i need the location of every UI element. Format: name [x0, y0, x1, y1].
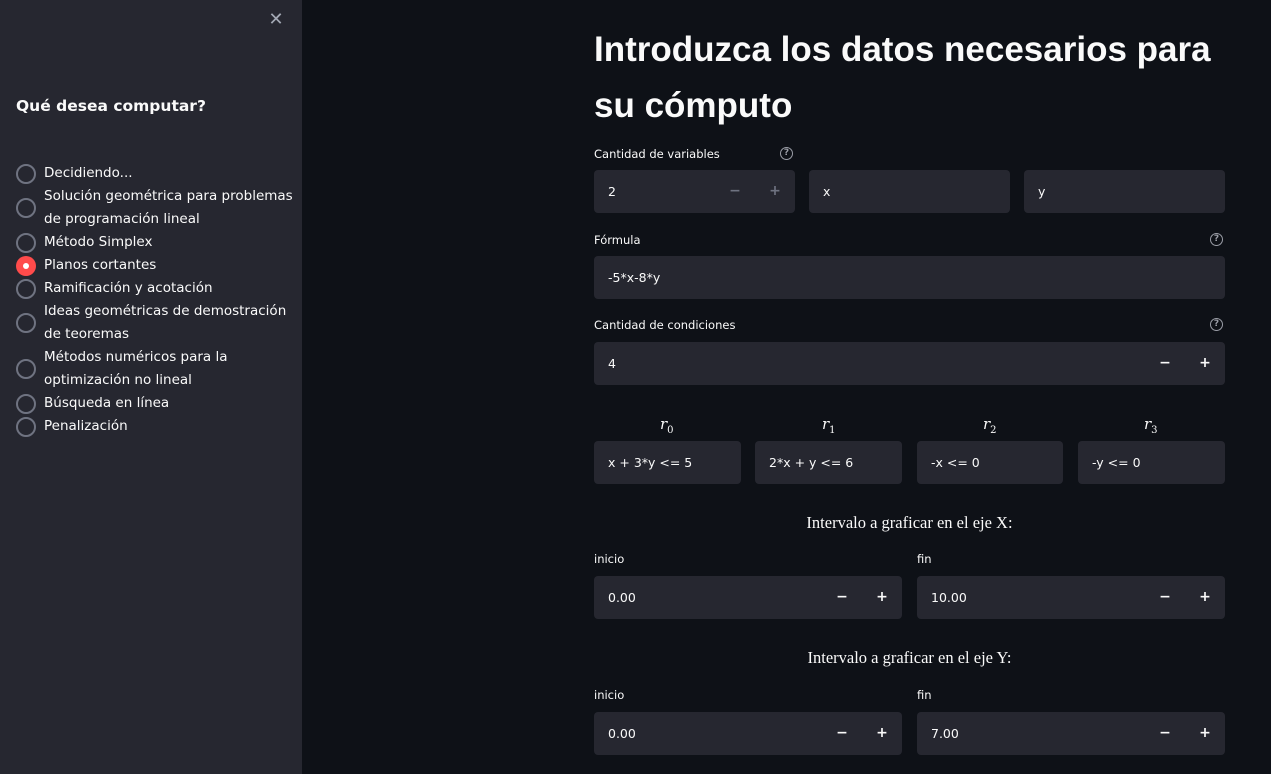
help-icon[interactable]: ? [780, 147, 793, 160]
computation-radio-group: Decidiendo... Solución geométrica para p… [16, 162, 296, 438]
y-start-input[interactable]: 0.00 − + [594, 712, 902, 755]
decrement-button[interactable]: − [1145, 712, 1185, 755]
radio-label: Decidiendo... [44, 165, 133, 181]
condition-input-r3[interactable]: -y <= 0 [1078, 441, 1225, 484]
radio-option-decidiendo[interactable]: Decidiendo... [16, 162, 296, 185]
sidebar: ✕ Qué desea computar? Decidiendo... Solu… [0, 0, 302, 774]
variables-count-label: Cantidad de variables [594, 147, 720, 161]
y-interval-heading: Intervalo a graficar en el eje Y: [807, 648, 1012, 667]
decrement-button[interactable]: − [822, 712, 862, 755]
radio-label: Ideas geométricas de demostración de teo… [44, 303, 287, 342]
formula-input[interactable]: -5*x-8*y [594, 256, 1225, 299]
help-icon[interactable]: ? [1210, 318, 1223, 331]
increment-button[interactable]: + [1185, 342, 1225, 385]
radio-label: Solución geométrica para problemas de pr… [44, 188, 293, 227]
y-end-value[interactable]: 7.00 [931, 712, 959, 755]
decrement-button[interactable]: − [1145, 576, 1185, 619]
condition-input-r2[interactable]: -x <= 0 [917, 441, 1063, 484]
formula-value[interactable]: -5*x-8*y [608, 256, 660, 299]
variable-name-value[interactable]: x [823, 170, 830, 213]
x-end-value[interactable]: 10.00 [931, 576, 967, 619]
variable-name-value[interactable]: y [1038, 170, 1045, 213]
condition-value[interactable]: -y <= 0 [1092, 441, 1141, 484]
sidebar-heading: Qué desea computar? [16, 97, 206, 115]
radio-button[interactable] [16, 359, 36, 379]
radio-button[interactable] [16, 278, 36, 299]
radio-option-metodos-numericos[interactable]: Métodos numéricos para la optimización n… [16, 346, 296, 392]
variables-count-value[interactable]: 2 [608, 170, 616, 213]
condition-input-r0[interactable]: x + 3*y <= 5 [594, 441, 741, 484]
radio-option-ideas-geometricas[interactable]: Ideas geométricas de demostración de teo… [16, 300, 296, 346]
radio-option-busqueda-en-linea[interactable]: Búsqueda en línea [16, 392, 296, 415]
radio-option-solucion-geometrica[interactable]: Solución geométrica para problemas de pr… [16, 185, 296, 231]
radio-label: Método Simplex [44, 234, 153, 250]
radio-button[interactable] [16, 416, 36, 437]
variables-count-input[interactable]: 2 − + [594, 170, 795, 213]
condition-input-r1[interactable]: 2*x + y <= 6 [755, 441, 902, 484]
condition-label-r0: r0 [660, 415, 674, 436]
condition-value[interactable]: -x <= 0 [931, 441, 980, 484]
x-start-value[interactable]: 0.00 [608, 576, 636, 619]
condition-value[interactable]: x + 3*y <= 5 [608, 441, 692, 484]
decrement-button[interactable]: − [715, 170, 755, 213]
radio-button[interactable] [16, 198, 36, 218]
radio-button-selected[interactable] [16, 255, 36, 276]
x-end-label: fin [917, 552, 932, 566]
increment-button[interactable]: + [862, 712, 902, 755]
variable-name-input-2[interactable]: y [1024, 170, 1225, 213]
increment-button[interactable]: + [1185, 576, 1225, 619]
y-end-input[interactable]: 7.00 − + [917, 712, 1225, 755]
close-icon[interactable]: ✕ [266, 10, 286, 30]
y-start-value[interactable]: 0.00 [608, 712, 636, 755]
page-title: Introduzca los datos necesarios para su … [594, 30, 1211, 125]
x-end-input[interactable]: 10.00 − + [917, 576, 1225, 619]
decrement-button[interactable]: − [822, 576, 862, 619]
x-start-input[interactable]: 0.00 − + [594, 576, 902, 619]
y-end-label: fin [917, 688, 932, 702]
condition-label-r1: r1 [822, 415, 836, 436]
radio-label: Planos cortantes [44, 257, 157, 273]
radio-label: Búsqueda en línea [44, 395, 170, 411]
radio-button[interactable] [16, 232, 36, 253]
radio-option-planos-cortantes[interactable]: Planos cortantes [16, 254, 296, 277]
condition-label-r3: r3 [1144, 415, 1158, 436]
radio-button[interactable] [16, 313, 36, 333]
radio-button[interactable] [16, 393, 36, 414]
radio-label: Ramificación y acotación [44, 280, 213, 296]
variable-name-input-1[interactable]: x [809, 170, 1010, 213]
radio-label: Penalización [44, 418, 128, 434]
condition-value[interactable]: 2*x + y <= 6 [769, 441, 853, 484]
radio-option-ramificacion[interactable]: Ramificación y acotación [16, 277, 296, 300]
formula-label: Fórmula [594, 233, 641, 247]
help-icon[interactable]: ? [1210, 233, 1223, 246]
condition-label-r2: r2 [983, 415, 997, 436]
conditions-count-value[interactable]: 4 [608, 342, 616, 385]
decrement-button[interactable]: − [1145, 342, 1185, 385]
conditions-count-input[interactable]: 4 − + [594, 342, 1225, 385]
conditions-count-label: Cantidad de condiciones [594, 318, 736, 332]
radio-button[interactable] [16, 163, 36, 184]
x-start-label: inicio [594, 552, 625, 566]
increment-button[interactable]: + [1185, 712, 1225, 755]
x-interval-heading: Intervalo a graficar en el eje X: [806, 513, 1013, 532]
radio-option-penalizacion[interactable]: Penalización [16, 415, 296, 438]
radio-option-metodo-simplex[interactable]: Método Simplex [16, 231, 296, 254]
radio-label: Métodos numéricos para la optimización n… [44, 349, 228, 388]
increment-button[interactable]: + [862, 576, 902, 619]
increment-button[interactable]: + [755, 170, 795, 213]
y-start-label: inicio [594, 688, 625, 702]
